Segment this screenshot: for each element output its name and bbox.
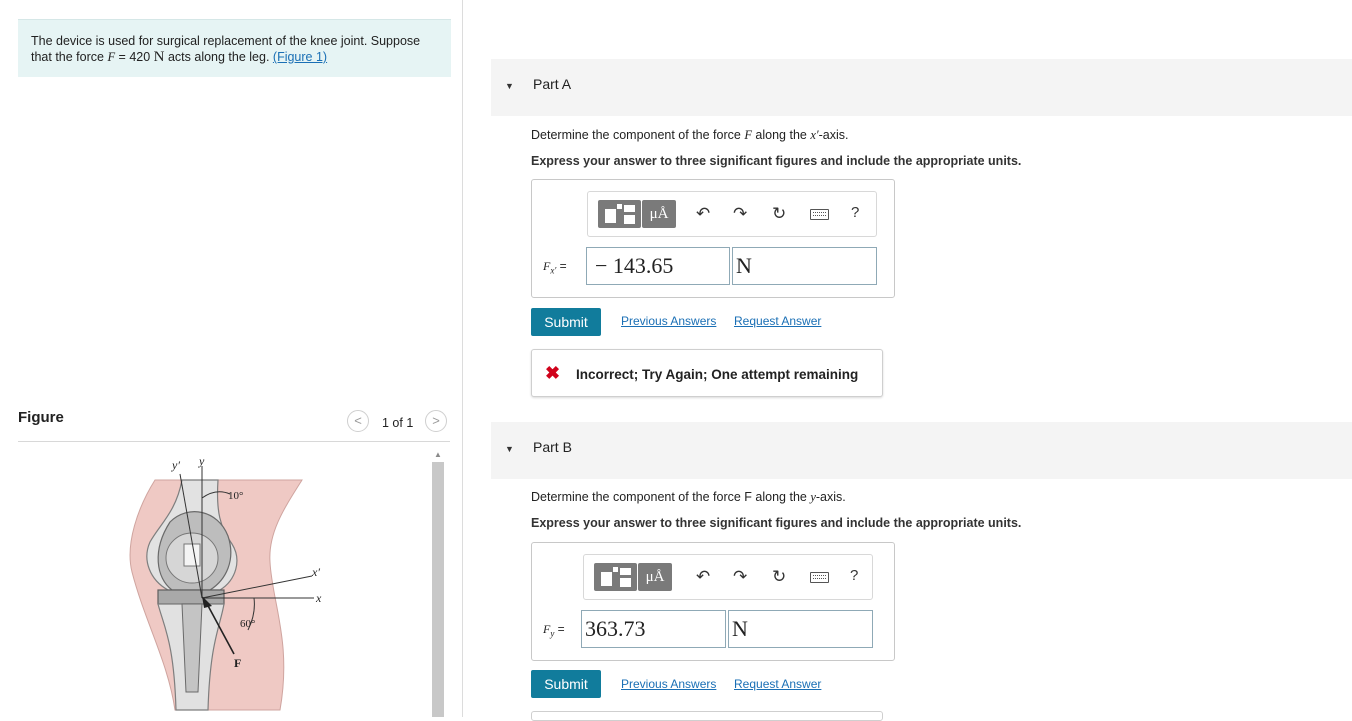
feedback-message: Incorrect; Try Again; One attempt remain… <box>576 367 859 382</box>
figure-pager-text: 1 of 1 <box>382 416 414 430</box>
label-x: x <box>315 591 322 605</box>
part-a-answer-box: μÅ ↶ ↷ ↻ ? Fx′ = − 143.65 N <box>531 179 895 298</box>
part-a-question: Determine the component of the force F a… <box>531 128 849 142</box>
part-a-feedback: ✖ Incorrect; Try Again; One attempt rema… <box>531 349 883 397</box>
force-unit: N <box>153 49 165 65</box>
label-x-prime: x′ <box>311 565 320 579</box>
figure-divider <box>18 441 450 442</box>
part-a-header[interactable]: ▼ Part A <box>491 59 1352 116</box>
redo-icon[interactable]: ↷ <box>733 567 747 587</box>
force-symbol: F <box>107 50 116 64</box>
label-y-prime: y′ <box>171 458 180 472</box>
part-b-unit-input[interactable]: N <box>728 610 873 648</box>
part-a-math-toolbar: μÅ ↶ ↷ ↻ ? <box>587 191 877 237</box>
part-b-value-input[interactable]: 363.73 <box>581 610 726 648</box>
part-a-title: Part A <box>533 76 572 92</box>
knee-figure: y′ y 10° x′ x 60° F <box>129 454 322 711</box>
figure-scrollbar[interactable]: ▲ <box>431 450 445 717</box>
label-y: y <box>198 454 205 468</box>
part-b-answer-box: μÅ ↶ ↷ ↻ ? Fy = 363.73 N <box>531 542 895 661</box>
units-button[interactable]: μÅ <box>638 563 672 591</box>
figure-title: Figure <box>18 409 64 426</box>
femoral-hole <box>183 543 201 567</box>
scroll-up-arrow-icon[interactable]: ▲ <box>431 450 445 462</box>
keyboard-icon[interactable] <box>810 572 829 583</box>
figure-prev-button[interactable]: < <box>347 410 369 432</box>
part-b-math-toolbar: μÅ ↶ ↷ ↻ ? <box>583 554 873 600</box>
label-angle-top: 10° <box>228 490 243 502</box>
part-a-previous-answers-link[interactable]: Previous Answers <box>621 314 716 328</box>
figure-next-button[interactable]: > <box>425 410 447 432</box>
templates-icon[interactable] <box>598 200 641 228</box>
part-b-feedback-edge <box>531 711 883 721</box>
help-icon[interactable]: ? <box>851 204 859 221</box>
scroll-thumb[interactable] <box>432 462 444 717</box>
figure-link[interactable]: (Figure 1) <box>273 50 327 64</box>
collapse-triangle-icon[interactable]: ▼ <box>505 81 514 91</box>
part-a-variable-label: Fx′ = <box>543 259 567 276</box>
part-a-instructions: Express your answer to three significant… <box>531 154 1022 168</box>
part-b-title: Part B <box>533 439 572 455</box>
part-b-variable-label: Fy = <box>543 622 565 639</box>
label-force: F <box>234 656 241 670</box>
tibial-stem <box>181 603 203 693</box>
part-b-instructions: Express your answer to three significant… <box>531 516 1022 530</box>
templates-icon[interactable] <box>594 563 637 591</box>
part-b-previous-answers-link[interactable]: Previous Answers <box>621 677 716 691</box>
error-x-icon: ✖ <box>545 363 561 383</box>
reset-icon[interactable]: ↻ <box>772 567 786 587</box>
problem-text-end: acts along the leg. <box>164 50 273 64</box>
tibial-insert <box>157 589 225 605</box>
part-b-question: Determine the component of the force F a… <box>531 490 846 504</box>
label-angle-bottom: 60° <box>240 618 255 630</box>
keyboard-icon[interactable] <box>810 209 829 220</box>
part-a-value-input[interactable]: − 143.65 <box>586 247 730 285</box>
undo-icon[interactable]: ↶ <box>696 204 710 224</box>
part-a-unit-input[interactable]: N <box>732 247 877 285</box>
force-value: = 420 <box>115 50 154 64</box>
collapse-triangle-icon[interactable]: ▼ <box>505 444 514 454</box>
part-b-header[interactable]: ▼ Part B <box>491 422 1352 479</box>
redo-icon[interactable]: ↷ <box>733 204 747 224</box>
part-a-request-answer-link[interactable]: Request Answer <box>734 314 821 328</box>
part-b-request-answer-link[interactable]: Request Answer <box>734 677 821 691</box>
help-icon[interactable]: ? <box>850 567 858 584</box>
part-a-submit-button[interactable]: Submit <box>531 308 601 336</box>
column-divider <box>462 0 463 717</box>
problem-statement: The device is used for surgical replacem… <box>18 19 451 77</box>
undo-icon[interactable]: ↶ <box>696 567 710 587</box>
units-button[interactable]: μÅ <box>642 200 676 228</box>
reset-icon[interactable]: ↻ <box>772 204 786 224</box>
part-b-submit-button[interactable]: Submit <box>531 670 601 698</box>
